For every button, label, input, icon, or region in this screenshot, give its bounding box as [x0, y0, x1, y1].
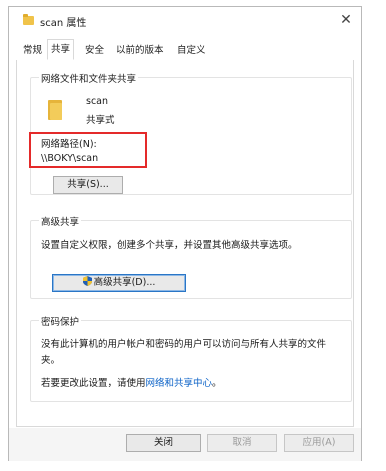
network-sharing-group: 网络文件和文件夹共享 scan 共享式 网络路径(N): \\BOKY\scan…	[29, 71, 352, 195]
apply-button[interactable]: 应用(A)	[284, 434, 354, 452]
folder-icon	[23, 14, 34, 25]
share-button[interactable]: 共享(S)...	[53, 176, 123, 194]
cancel-button[interactable]: 取消	[207, 434, 277, 452]
password-change-text: 若要更改此设置，请使用网络和共享中心。	[41, 375, 222, 389]
network-sharing-center-link[interactable]: 网络和共享中心	[146, 378, 213, 389]
advanced-sharing-button[interactable]: 高级共享(D)...	[52, 274, 186, 292]
network-path-label: 网络路径(N):	[41, 139, 97, 150]
share-status: 共享式	[86, 115, 115, 126]
password-change-suffix: 。	[212, 378, 222, 389]
folder-name: scan	[86, 96, 109, 107]
group-title-password-protection: 密码保护	[39, 314, 82, 328]
close-button[interactable]: 关闭	[126, 434, 201, 452]
uac-shield-icon	[82, 276, 92, 286]
tab-sharing[interactable]: 共享	[47, 39, 75, 60]
advanced-sharing-description: 设置自定义权限，创建多个共享，并设置其他高级共享选项。	[41, 240, 298, 251]
tab-previous-versions[interactable]: 以前的版本	[113, 43, 167, 59]
password-protection-group: 密码保护 没有此计算机的用户帐户和密码的用户可以访问与所有人共享的文件 夹。 若…	[30, 314, 352, 402]
tab-customize[interactable]: 自定义	[174, 43, 209, 59]
network-path-value: \\BOKY\scan	[41, 153, 99, 164]
folder-icon	[48, 100, 62, 120]
title-bar: scan 属性 ✕	[9, 7, 361, 35]
password-description-line1: 没有此计算机的用户帐户和密码的用户可以访问与所有人共享的文件	[41, 339, 327, 350]
tab-bar: 常规 共享 安全 以前的版本 自定义	[16, 39, 354, 61]
advanced-sharing-button-label: 高级共享(D)...	[93, 277, 156, 288]
window-title: scan 属性	[40, 18, 87, 29]
tab-security[interactable]: 安全	[82, 43, 107, 59]
tab-general[interactable]: 常规	[20, 43, 45, 59]
group-title-network-sharing: 网络文件和文件夹共享	[39, 71, 139, 85]
group-title-advanced-sharing: 高级共享	[39, 214, 82, 228]
close-icon[interactable]: ✕	[335, 10, 357, 30]
password-change-prefix: 若要更改此设置，请使用	[41, 378, 146, 389]
password-description-line2: 夹。	[41, 355, 61, 366]
advanced-sharing-group: 高级共享 设置自定义权限，创建多个共享，并设置其他高级共享选项。 高级共享(D)…	[30, 214, 352, 299]
properties-dialog: scan 属性 ✕ 常规 共享 安全 以前的版本 自定义 网络文件和文件夹共享 …	[8, 6, 362, 461]
